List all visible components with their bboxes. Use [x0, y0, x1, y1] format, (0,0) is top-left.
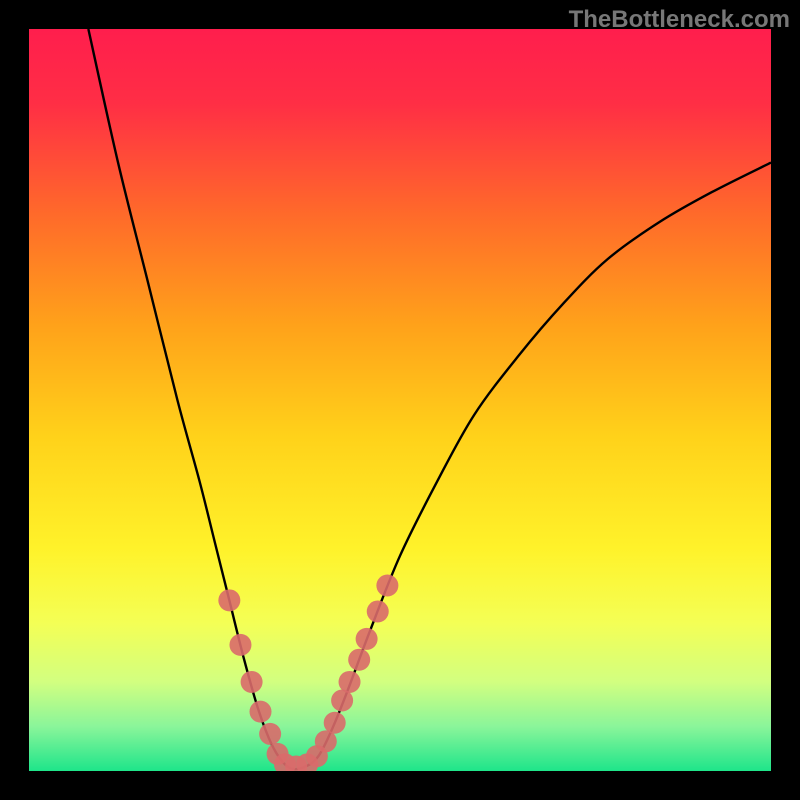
curve-marker — [259, 723, 281, 745]
curve-marker — [376, 575, 398, 597]
curve-marker — [218, 589, 240, 611]
curve-marker — [339, 671, 361, 693]
plot-background — [29, 29, 771, 771]
curve-marker — [324, 712, 346, 734]
curve-marker — [229, 634, 251, 656]
curve-marker — [356, 628, 378, 650]
curve-marker — [250, 701, 272, 723]
bottleneck-chart — [0, 0, 800, 800]
curve-marker — [348, 649, 370, 671]
curve-marker — [241, 671, 263, 693]
chart-stage: TheBottleneck.com — [0, 0, 800, 800]
watermark-text: TheBottleneck.com — [569, 6, 790, 34]
curve-marker — [367, 600, 389, 622]
